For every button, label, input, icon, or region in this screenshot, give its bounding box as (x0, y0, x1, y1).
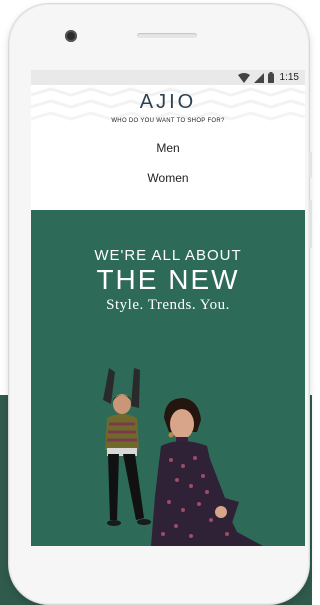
banner-tagline: Style. Trends. You. (106, 297, 230, 313)
battery-icon (267, 72, 274, 83)
status-time: 1:15 (279, 72, 299, 83)
phone-screen: 1:15 AJIO WHO DO YOU WANT TO SHOP FOR? M… (31, 70, 305, 546)
models-photo (103, 368, 263, 546)
speaker-grille (137, 33, 197, 38)
status-icons: 1:15 (237, 71, 299, 84)
phone-power-button (309, 152, 312, 178)
brand-logo: AJIO (139, 91, 197, 113)
front-camera-icon (65, 30, 77, 42)
phone-volume-button (309, 200, 312, 248)
option-women[interactable]: Women (31, 171, 305, 185)
brand-tagline: WHO DO YOU WANT TO SHOP FOR? (111, 118, 225, 124)
wifi-icon (237, 72, 250, 83)
model-left-figure (103, 368, 151, 526)
option-men[interactable]: Men (31, 141, 305, 155)
model-right-figure (151, 398, 263, 546)
signal-icon (253, 72, 264, 83)
promo-banner[interactable]: WE'RE ALL ABOUT THE NEW Style. Trends. Y… (31, 210, 305, 546)
app-header: AJIO WHO DO YOU WANT TO SHOP FOR? Men Wo… (31, 85, 305, 210)
phone-frame: 1:15 AJIO WHO DO YOU WANT TO SHOP FOR? M… (9, 4, 312, 604)
banner-headline: THE NEW (96, 264, 240, 295)
banner-line-1: WE'RE ALL ABOUT (94, 247, 242, 264)
status-bar: 1:15 (31, 70, 305, 85)
